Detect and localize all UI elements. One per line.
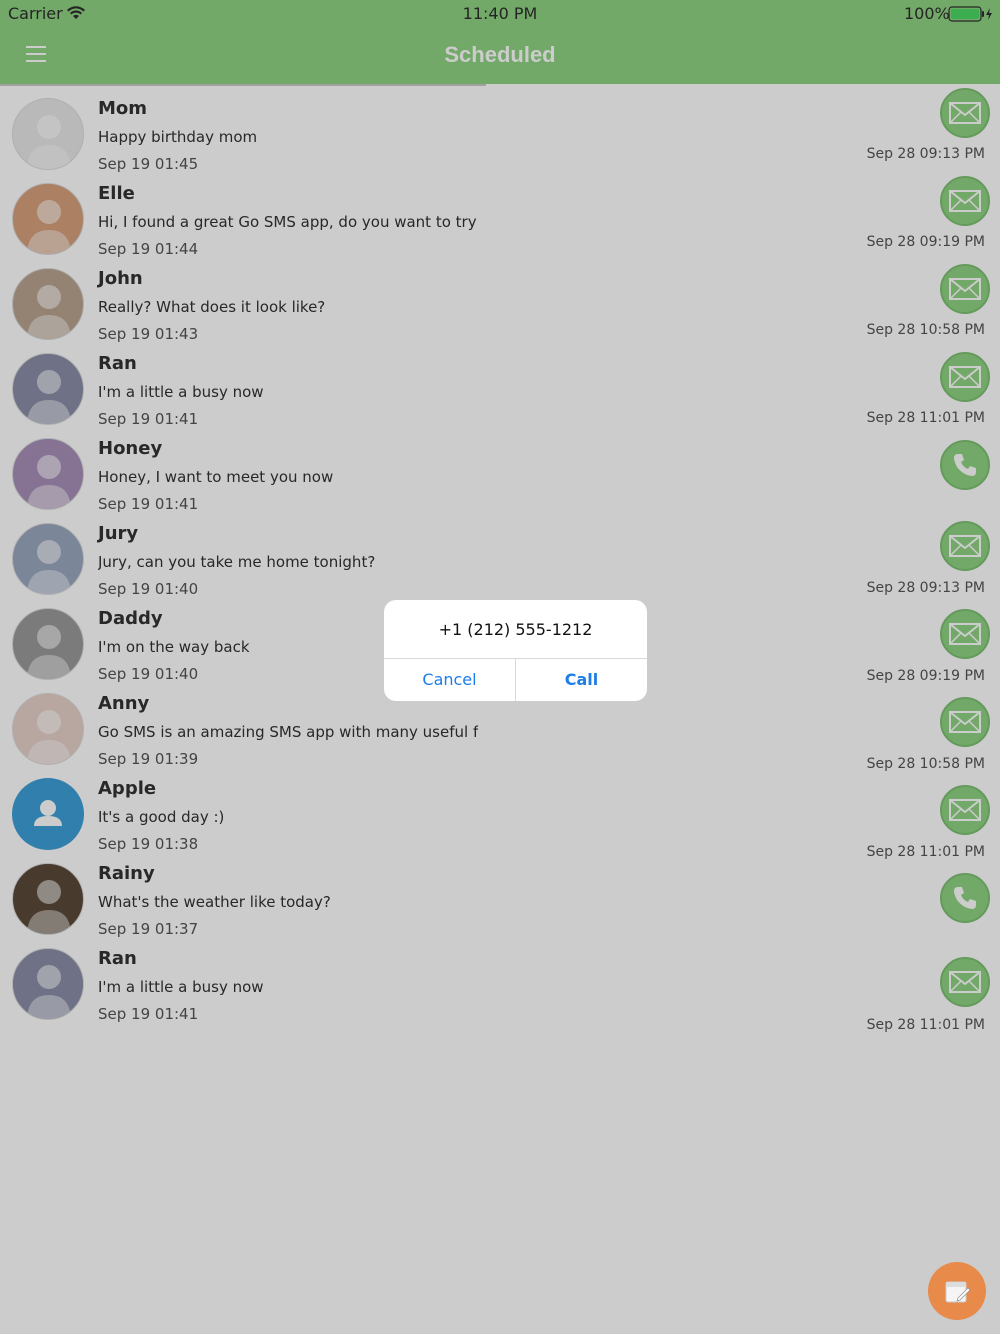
call-button[interactable]: Call [516, 658, 647, 701]
new-schedule-button[interactable] [928, 1262, 986, 1320]
dialog-phone-number: +1 (212) 555-1212 [438, 620, 593, 639]
calendar-edit-icon [945, 1281, 971, 1303]
cancel-button[interactable]: Cancel [384, 658, 515, 701]
call-dialog: +1 (212) 555-1212 Cancel Call [384, 600, 647, 701]
